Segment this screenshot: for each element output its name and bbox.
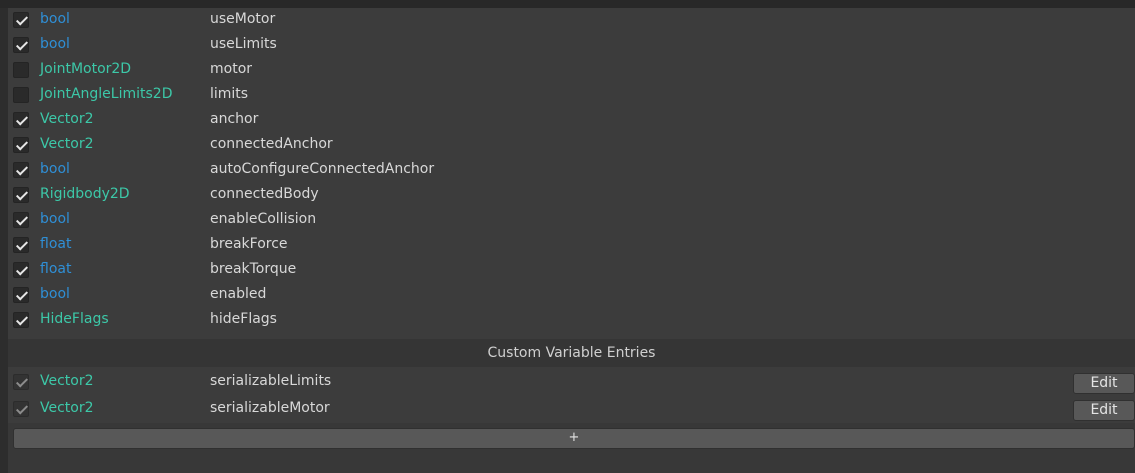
edit-button[interactable]: Edit	[1073, 400, 1135, 421]
variable-type: bool	[40, 36, 70, 52]
variable-type: Vector2	[40, 136, 94, 152]
custom-row-serializablemotor: Vector2 serializableMotor Edit	[8, 397, 1135, 422]
variable-type: HideFlags	[40, 311, 109, 327]
variable-row-connectedanchor: Vector2 connectedAnchor	[8, 133, 1135, 158]
variable-row-autoconfigure: bool autoConfigureConnectedAnchor	[8, 158, 1135, 183]
checkbox-autoconfigure[interactable]	[13, 162, 29, 178]
variable-name: connectedBody	[210, 186, 319, 202]
add-entry-button[interactable]: +	[13, 428, 1135, 449]
checkbox-breakforce[interactable]	[13, 237, 29, 253]
variable-name: anchor	[210, 111, 259, 127]
variable-type: JointMotor2D	[40, 61, 132, 77]
checkbox-breaktorque[interactable]	[13, 262, 29, 278]
variable-type: Vector2	[40, 400, 94, 416]
checkbox-enablecollision[interactable]	[13, 212, 29, 228]
variable-type: bool	[40, 11, 70, 27]
variable-name: autoConfigureConnectedAnchor	[210, 161, 435, 177]
variable-type: float	[40, 236, 72, 252]
variable-name: motor	[210, 61, 253, 77]
checkbox-serializablelimits[interactable]	[13, 374, 29, 390]
checkbox-connectedanchor[interactable]	[13, 137, 29, 153]
checkbox-enabled[interactable]	[13, 287, 29, 303]
checkbox-anchor[interactable]	[13, 112, 29, 128]
variable-type: bool	[40, 161, 70, 177]
checkbox-usemotor[interactable]	[13, 12, 29, 28]
variable-row-connectedbody: Rigidbody2D connectedBody	[8, 183, 1135, 208]
left-border	[0, 8, 8, 473]
custom-variable-entries-header: Custom Variable Entries	[8, 339, 1135, 367]
custom-variable-list: Vector2 serializableLimits Edit Vector2 …	[8, 367, 1135, 423]
variable-type: Vector2	[40, 111, 94, 127]
checkbox-uselimits[interactable]	[13, 37, 29, 53]
custom-row-serializablelimits: Vector2 serializableLimits Edit	[8, 370, 1135, 395]
variable-name: limits	[210, 86, 249, 102]
checkbox-limits[interactable]	[13, 87, 29, 103]
variable-name: serializableLimits	[210, 373, 332, 389]
variable-name: breakTorque	[210, 261, 297, 277]
variable-type: JointAngleLimits2D	[40, 86, 173, 102]
variable-name: connectedAnchor	[210, 136, 333, 152]
variable-row-anchor: Vector2 anchor	[8, 108, 1135, 133]
variable-list: bool useMotor bool useLimits JointMotor2…	[8, 8, 1135, 339]
variable-name: enableCollision	[210, 211, 317, 227]
variable-type: Vector2	[40, 373, 94, 389]
variable-name: useMotor	[210, 11, 276, 27]
variable-row-limits: JointAngleLimits2D limits	[8, 83, 1135, 108]
variable-row-enablecollision: bool enableCollision	[8, 208, 1135, 233]
checkbox-connectedbody[interactable]	[13, 187, 29, 203]
variable-type: bool	[40, 211, 70, 227]
edit-button[interactable]: Edit	[1073, 373, 1135, 394]
variable-row-breaktorque: float breakTorque	[8, 258, 1135, 283]
variable-name: useLimits	[210, 36, 277, 52]
variable-type: bool	[40, 286, 70, 302]
variable-row-motor: JointMotor2D motor	[8, 58, 1135, 83]
top-border	[0, 0, 1135, 8]
variable-name: hideFlags	[210, 311, 277, 327]
variable-name: enabled	[210, 286, 267, 302]
checkbox-motor[interactable]	[13, 62, 29, 78]
variable-name: serializableMotor	[210, 400, 330, 416]
checkbox-hideflags[interactable]	[13, 312, 29, 328]
variable-row-usemotor: bool useMotor	[8, 8, 1135, 33]
variable-name: breakForce	[210, 236, 288, 252]
variable-row-breakforce: float breakForce	[8, 233, 1135, 258]
variable-row-enabled: bool enabled	[8, 283, 1135, 308]
variable-row-uselimits: bool useLimits	[8, 33, 1135, 58]
variable-row-hideflags: HideFlags hideFlags	[8, 308, 1135, 333]
variable-type: float	[40, 261, 72, 277]
variable-type: Rigidbody2D	[40, 186, 130, 202]
checkbox-serializablemotor[interactable]	[13, 401, 29, 417]
